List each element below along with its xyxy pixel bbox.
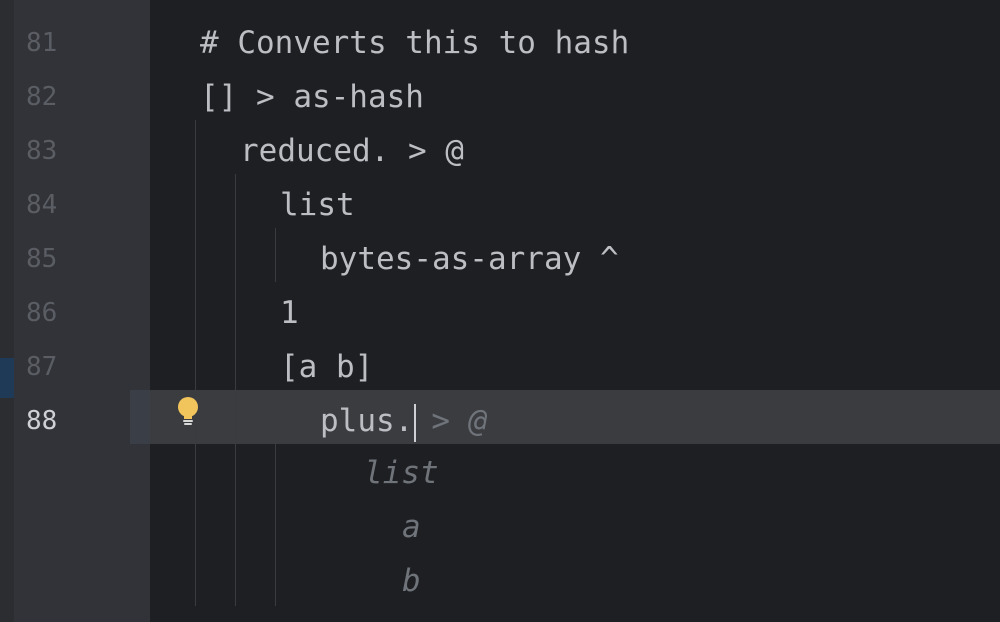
- code-line[interactable]: reduced. > @: [240, 124, 464, 178]
- current-line-number: 88: [26, 406, 58, 436]
- completion-preview-line: a: [402, 509, 421, 545]
- line-number: 85: [26, 244, 58, 274]
- change-marker: [0, 358, 14, 398]
- current-line-gutter-highlight: [130, 390, 150, 444]
- code-line[interactable]: bytes-as-array ^: [320, 232, 619, 286]
- completion-preview-line: list: [364, 455, 439, 491]
- indent-guide: [195, 120, 196, 606]
- code-line[interactable]: [a b]: [280, 340, 373, 394]
- line-number: 81: [26, 28, 58, 58]
- editor-left-strip: [0, 0, 14, 622]
- indent-guide: [275, 444, 276, 606]
- text-caret: [414, 403, 417, 442]
- line-number: 84: [26, 190, 58, 220]
- current-line-text[interactable]: plus.: [320, 403, 413, 439]
- indent-guide: [235, 174, 236, 606]
- indent-guide: [275, 228, 276, 282]
- inline-completion-hint: > @: [431, 403, 488, 439]
- current-line-highlight: [130, 390, 1000, 444]
- code-comment-line[interactable]: # Converts this to hash: [200, 16, 629, 70]
- line-number: 87: [26, 352, 58, 382]
- code-line[interactable]: [] > as-hash: [200, 70, 424, 124]
- current-code-line[interactable]: plus. > @: [320, 394, 487, 448]
- code-line[interactable]: 1: [280, 286, 299, 340]
- line-number: 86: [26, 298, 58, 328]
- completion-preview-line: b: [402, 563, 421, 599]
- lightbulb-icon[interactable]: [176, 396, 200, 426]
- line-number: 82: [26, 82, 58, 112]
- code-line[interactable]: list: [280, 178, 355, 232]
- line-number: 83: [26, 136, 58, 166]
